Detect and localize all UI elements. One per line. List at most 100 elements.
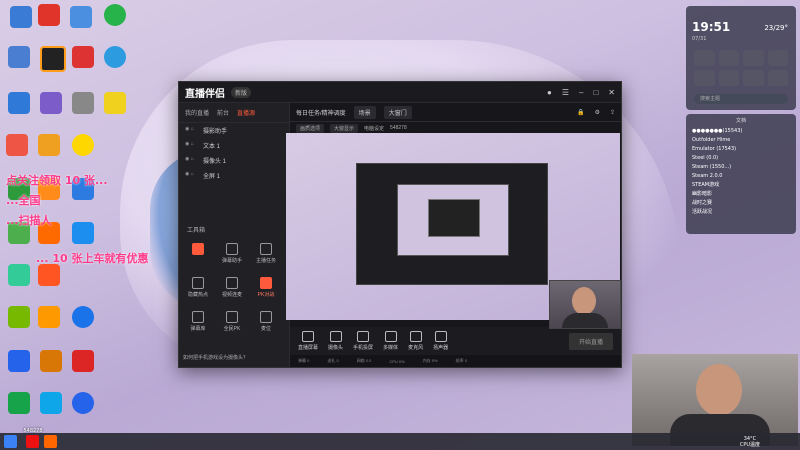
bottom-tip[interactable]: 如何把手机游戏设为摄像头？: [183, 354, 248, 361]
left-tabs: 我的直播 前台 直播源: [179, 103, 289, 123]
desktop-icon[interactable]: [38, 306, 60, 328]
settings-icon[interactable]: ⚙: [595, 109, 600, 116]
file-item[interactable]: 活跃战况: [692, 208, 790, 217]
desktop-icon[interactable]: [40, 392, 62, 414]
status-item: CPU 0%: [389, 358, 405, 364]
desktop-icon[interactable]: [8, 306, 30, 328]
scene-title[interactable]: 每日任务/精神调度: [296, 108, 346, 117]
desktop-icon[interactable]: [38, 134, 60, 156]
window-titlebar: 直播伴侣 新版 ● ☰ – □ ✕: [179, 82, 621, 103]
scene-bar: 每日任务/精神调度 场景 大窗门 🔒 ⚙ ⇪: [290, 103, 621, 122]
source-item[interactable]: 摄影助手: [179, 123, 289, 138]
file-item[interactable]: Steam (1550...): [692, 163, 790, 172]
desktop-icon[interactable]: [8, 92, 30, 114]
start-live-button[interactable]: 开始直播: [568, 332, 613, 350]
widget-shortcut[interactable]: [743, 50, 764, 66]
file-item[interactable]: 战时之赛: [692, 199, 790, 208]
file-list-title: 文档: [735, 118, 746, 124]
file-item[interactable]: ●●●●●●●(15543): [692, 127, 790, 136]
toolbar-button[interactable]: 直播屏幕: [298, 331, 318, 351]
media-icon: [384, 331, 397, 342]
file-item[interactable]: 幽影暗影: [692, 190, 790, 199]
desktop-icon[interactable]: [8, 46, 30, 68]
desktop-icon[interactable]: [104, 4, 126, 26]
desktop-icon[interactable]: [72, 392, 94, 414]
widget-shortcut[interactable]: [694, 50, 715, 66]
sub-item[interactable]: 大窗显示: [330, 123, 359, 133]
desktop-icon[interactable]: [38, 264, 60, 286]
tool-item[interactable]: 主播任务: [253, 243, 279, 264]
version-badge[interactable]: 新版: [231, 86, 252, 98]
desktop-icon[interactable]: [38, 4, 60, 26]
desktop-icon[interactable]: [70, 6, 92, 28]
desktop-icon[interactable]: [40, 46, 66, 72]
toolbar-button[interactable]: 多媒体: [383, 331, 398, 351]
titlebar-controls: ● ☰ – □ ✕: [547, 88, 615, 97]
desktop-icon[interactable]: [8, 350, 30, 372]
status-item: 送礼 0: [327, 358, 339, 363]
widget-shortcut[interactable]: [767, 70, 788, 86]
widget-shortcut[interactable]: [718, 70, 739, 86]
file-item[interactable]: STEAM游戏: [692, 181, 790, 190]
tab-front[interactable]: 前台: [217, 108, 229, 117]
toolbar-button[interactable]: 麦克风: [408, 331, 423, 351]
desktop-icon[interactable]: [40, 350, 62, 372]
toolbar-button[interactable]: 扬声器: [433, 331, 448, 351]
source-item[interactable]: 全屏 1: [179, 168, 289, 183]
tab-sources[interactable]: 直播源: [237, 108, 255, 117]
preview-nested-window-2: [397, 184, 509, 256]
taskbar-app[interactable]: [26, 435, 39, 448]
toolbar-button[interactable]: 手机投屏: [353, 331, 373, 351]
desktop-icon[interactable]: [72, 350, 94, 372]
desktop-icon[interactable]: [104, 92, 126, 114]
taskbar-app[interactable]: [44, 435, 57, 448]
status-item: 帧率 0: [455, 358, 467, 363]
tool-item[interactable]: 视频连麦: [219, 277, 245, 298]
tool-item[interactable]: 弹幕库: [185, 311, 211, 332]
desktop-icon[interactable]: [104, 46, 126, 68]
promo-line-3: ...扫描人: [6, 214, 52, 227]
desktop-icon[interactable]: [72, 306, 94, 328]
start-button[interactable]: [4, 435, 17, 448]
desktop-icon[interactable]: [40, 92, 62, 114]
widget-shortcut[interactable]: [718, 50, 739, 66]
tool-item[interactable]: 全民PK: [219, 311, 245, 332]
desktop-icon[interactable]: [8, 392, 30, 414]
scene-tab[interactable]: 场景: [353, 105, 376, 119]
close-icon[interactable]: ✕: [608, 88, 615, 97]
toolbar-button[interactable]: 摄像头: [328, 331, 343, 351]
desktop-icon[interactable]: [72, 46, 94, 68]
avatar-icon[interactable]: ●: [547, 88, 552, 97]
sub-item[interactable]: 画质选项: [296, 123, 325, 133]
desktop-icon[interactable]: [6, 134, 28, 156]
file-item[interactable]: Emulator (17543): [692, 145, 790, 154]
menu-icon[interactable]: ☰: [562, 88, 569, 97]
desktop-icon[interactable]: [8, 264, 30, 286]
tool-item[interactable]: 麦位: [253, 311, 279, 332]
promo-line-4: ... 10 张上车就有优惠: [36, 252, 149, 265]
file-item[interactable]: Steel (0.0): [692, 154, 790, 163]
share-icon[interactable]: ⇪: [610, 109, 615, 116]
desktop-icon[interactable]: [10, 6, 32, 28]
lock-icon[interactable]: 🔒: [577, 109, 584, 116]
widget-shortcut[interactable]: [743, 70, 764, 86]
widget-shortcut[interactable]: [767, 50, 788, 66]
widget-search[interactable]: 搜索主题: [694, 94, 788, 104]
tab-my-live[interactable]: 我的直播: [185, 108, 209, 117]
source-item[interactable]: 文本 1: [179, 138, 289, 153]
desktop-icon[interactable]: [72, 222, 94, 244]
tool-item[interactable]: PK对战: [253, 277, 279, 298]
maximize-icon[interactable]: □: [593, 88, 598, 97]
tool-item[interactable]: 弹幕助手: [219, 243, 245, 264]
scene-name[interactable]: 大窗门: [383, 105, 412, 119]
widget-shortcut[interactable]: [694, 70, 715, 86]
file-item[interactable]: Outfolder Hime: [692, 136, 790, 145]
file-item[interactable]: Steam 2.0.0: [692, 172, 790, 181]
minimize-icon[interactable]: –: [579, 88, 583, 97]
tool-item[interactable]: 隐藏热点: [185, 277, 211, 298]
widget-weather: 23/29°: [764, 24, 788, 32]
tool-item[interactable]: [185, 243, 211, 257]
desktop-icon[interactable]: [72, 134, 94, 156]
desktop-icon[interactable]: [72, 92, 94, 114]
source-item[interactable]: 摄像头 1: [179, 153, 289, 168]
